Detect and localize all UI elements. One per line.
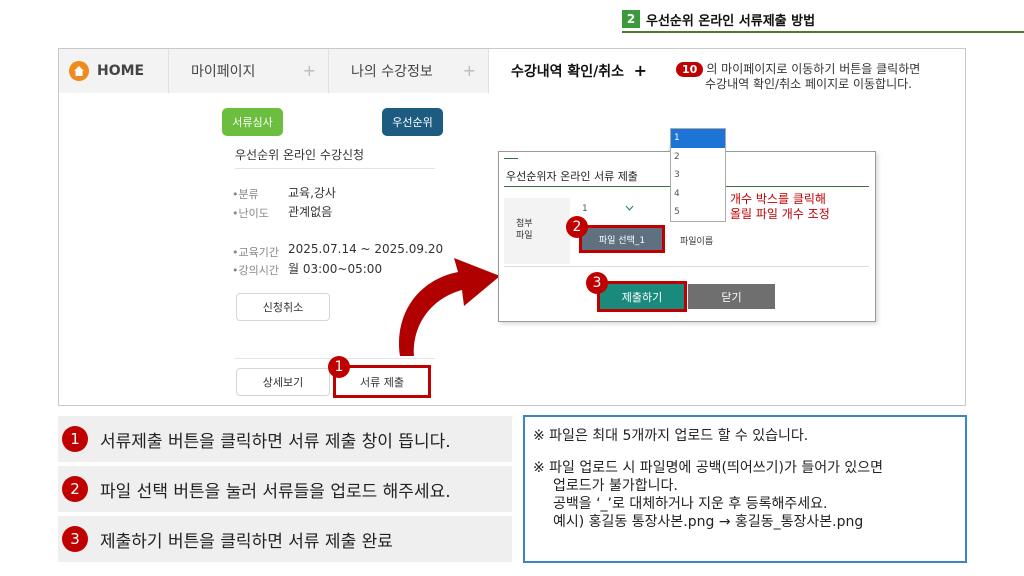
- nav-item-course-history[interactable]: 수강내역 확인/취소 +: [489, 49, 659, 93]
- priority-pill: 우선순위: [382, 108, 443, 136]
- step-3: 3 제출하기 버튼을 클릭하면 서류 제출 완료: [58, 516, 512, 562]
- file-count-value: 1: [582, 204, 588, 214]
- time-value: 월 03:00~05:00: [288, 262, 383, 276]
- dropdown-option[interactable]: 4: [671, 185, 725, 204]
- section-title: 우선순위 온라인 서류제출 방법: [646, 13, 816, 29]
- modal-title: 우선순위자 온라인 서류 제출: [506, 170, 638, 183]
- cancel-application-button[interactable]: 신청취소: [236, 293, 330, 321]
- level-label: •난이도: [232, 207, 269, 220]
- file-count-select[interactable]: 1: [582, 202, 634, 216]
- category-label: •분류: [232, 188, 259, 201]
- step-number: 1: [62, 426, 88, 452]
- notice-line: 업로드가 불가합니다.: [553, 478, 678, 494]
- home-icon: [69, 61, 89, 81]
- marker-1: 1: [328, 356, 350, 378]
- time-label: •강의시간: [232, 264, 279, 277]
- note-line: 의 마이페이지로 이동하기 버튼을 클릭하면: [706, 62, 921, 76]
- level-value: 관계없음: [288, 205, 333, 219]
- instruction-note: 10 의 마이페이지로 이동하기 버튼을 클릭하면 수강내역 확인/취소 페이지로…: [676, 62, 920, 92]
- step-number: 3: [62, 526, 88, 552]
- nav-item-course-info[interactable]: 나의 수강정보 +: [329, 49, 489, 93]
- close-button[interactable]: 닫기: [688, 284, 775, 309]
- plus-icon: +: [462, 61, 476, 80]
- label-line: 첨부: [516, 219, 533, 229]
- file-count-dropdown[interactable]: 1 2 3 4 5: [670, 128, 726, 222]
- nav-item-label: 나의 수강정보: [351, 64, 433, 80]
- file-name: 파일이름: [680, 237, 714, 247]
- step-2: 2 파일 선택 버튼을 눌러 서류들을 업로드 해주세요.: [58, 466, 512, 512]
- callout-line: 개수 박스를 클릭해: [730, 192, 826, 206]
- file-select-button[interactable]: 파일 선택_1: [582, 228, 662, 250]
- nav-item-mypage[interactable]: 마이페이지 +: [169, 49, 329, 93]
- nav-home-label: HOME: [97, 63, 145, 79]
- callout-text: 개수 박스를 클릭해 올릴 파일 개수 조정: [730, 192, 830, 222]
- section-underline: [622, 31, 1024, 33]
- plus-icon: +: [302, 61, 316, 80]
- nav-item-label: 수강내역 확인/취소: [511, 64, 625, 80]
- step-badge: 10: [676, 62, 704, 77]
- notice-line: ※ 파일 업로드 시 파일명에 공백(띄어쓰기)가 들어가 있으면: [533, 460, 884, 476]
- dropdown-option[interactable]: 5: [671, 203, 725, 222]
- notice-line: 예시) 홍길동 통장사본.png → 홍길동_통장사본.png: [553, 514, 864, 530]
- marker-3: 3: [586, 272, 608, 294]
- step-1: 1 서류제출 버튼을 클릭하면 서류 제출 창이 뜹니다.: [58, 416, 512, 462]
- step-text: 서류제출 버튼을 클릭하면 서류 제출 창이 뜹니다.: [100, 431, 451, 452]
- curved-arrow-icon: [399, 258, 500, 356]
- plus-icon: +: [633, 61, 647, 80]
- divider: [235, 168, 435, 169]
- chevron-down-icon: [625, 204, 634, 214]
- note-line: 수강내역 확인/취소 페이지로 이동합니다.: [705, 77, 912, 91]
- section-number: 2: [622, 10, 640, 28]
- dropdown-option[interactable]: 2: [671, 148, 725, 167]
- course-title: 우선순위 온라인 수강신청: [235, 148, 365, 162]
- step-text: 제출하기 버튼을 클릭하면 서류 제출 완료: [100, 531, 393, 552]
- step-text: 파일 선택 버튼을 눌러 서류들을 업로드 해주세요.: [100, 481, 451, 502]
- notice-box: ※ 파일은 최대 5개까지 업로드 할 수 있습니다. ※ 파일 업로드 시 파…: [523, 415, 967, 563]
- period-label: •교육기간: [232, 246, 279, 259]
- notice-line: 공백을 ‘_’로 대체하거나 지운 후 등록해주세요.: [553, 496, 828, 512]
- dropdown-option[interactable]: 3: [671, 166, 725, 185]
- notice-line: ※ 파일은 최대 5개까지 업로드 할 수 있습니다.: [533, 428, 809, 444]
- dropdown-option[interactable]: 1: [671, 129, 725, 148]
- nav-item-label: 마이페이지: [191, 64, 256, 80]
- detail-button[interactable]: 상세보기: [236, 368, 330, 396]
- marker-2: 2: [566, 216, 588, 238]
- submit-button[interactable]: 제출하기: [600, 284, 684, 309]
- title-accent: [504, 158, 518, 159]
- attachment-label-cell: [504, 198, 570, 264]
- attachment-label: 첨부 파일: [516, 218, 533, 242]
- top-nav: HOME 마이페이지 + 나의 수강정보 + 수강내역 확인/취소 +: [59, 49, 659, 93]
- step-number: 2: [62, 476, 88, 502]
- label-line: 파일: [516, 231, 533, 241]
- nav-home[interactable]: HOME: [59, 49, 169, 93]
- review-pill: 서류심사: [222, 108, 283, 136]
- callout-line: 올릴 파일 개수 조정: [730, 207, 830, 221]
- divider: [504, 266, 869, 267]
- section-header: 2 우선순위 온라인 서류제출 방법: [622, 8, 815, 30]
- category-value: 교육,강사: [288, 186, 336, 200]
